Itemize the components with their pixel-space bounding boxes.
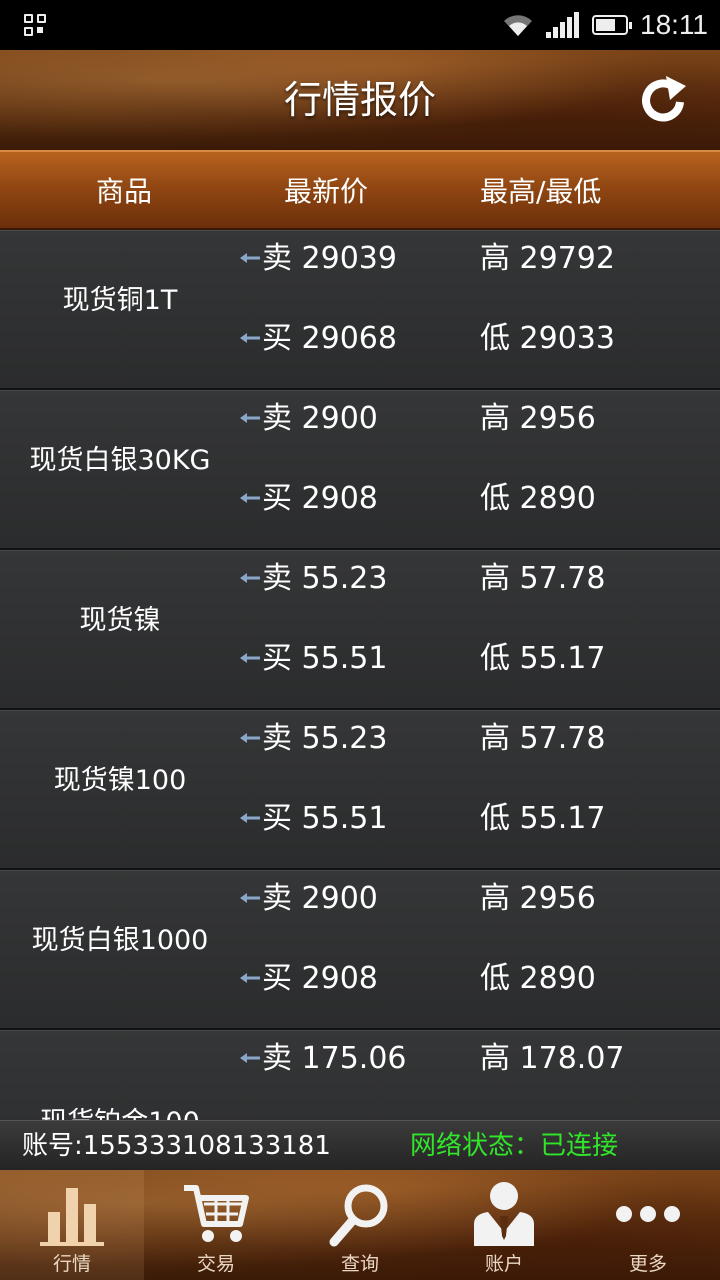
quote-row[interactable]: 现货镍 卖 55.23 买 55.51 高 57.78 低 55.17 (0, 550, 720, 710)
tab-label: 账户 (484, 1253, 523, 1275)
column-header: 商品 最新价 最高/最低 (0, 150, 720, 230)
sell-price: 卖 55.23 (240, 559, 387, 599)
low-price: 低 29033 (480, 321, 615, 356)
refresh-icon[interactable] (636, 72, 692, 128)
status-time: 18:11 (640, 9, 708, 40)
wifi-icon (504, 15, 532, 37)
buy-price: 买 55.51 (240, 639, 387, 679)
bar-chart-icon (40, 1188, 104, 1246)
high-price: 高 2956 (480, 881, 596, 916)
low-price: 低 55.17 (480, 801, 606, 836)
page-title: 行情报价 (283, 78, 436, 122)
high-price: 高 57.78 (480, 561, 606, 596)
battery-icon (592, 15, 632, 35)
account-status-bar: 账号:155333108133181 网络状态：已连接 (0, 1120, 720, 1170)
sell-price: 卖 55.23 (240, 719, 387, 759)
high-price: 高 178.07 (480, 1041, 625, 1076)
flat-arrow-icon (240, 333, 260, 343)
product-name: 现货白银1000 (31, 925, 209, 956)
flat-arrow-icon (240, 733, 260, 743)
flat-arrow-icon (240, 573, 260, 583)
tab-label: 更多 (628, 1253, 667, 1275)
low-price: 低 2890 (480, 481, 596, 516)
quote-row[interactable]: 现货铂金100 卖 175.06 高 178.07 (0, 1030, 720, 1120)
high-price: 高 57.78 (480, 721, 606, 756)
flat-arrow-icon (240, 253, 260, 263)
cart-icon (184, 1185, 249, 1242)
product-name: 现货镍 (79, 605, 161, 636)
product-name: 现货镍100 (53, 765, 187, 796)
buy-price: 买 55.51 (240, 799, 387, 839)
product-name: 现货白银30KG (29, 445, 211, 476)
tab-label: 查询 (340, 1253, 379, 1275)
tab-more[interactable]: 更多 (576, 1170, 720, 1280)
signal-icon (546, 12, 579, 38)
status-bar: 18:11 (0, 0, 720, 50)
column-high-low: 最高/最低 (480, 175, 602, 208)
notification-app-icon (24, 14, 48, 38)
magnifier-icon (329, 1184, 388, 1247)
buy-price: 买 2908 (240, 959, 378, 999)
account-number: 账号:155333108133181 (22, 1131, 331, 1161)
high-price: 高 2956 (480, 401, 596, 436)
product-name: 现货铂金100 (0, 1053, 240, 1120)
sell-price: 卖 29039 (240, 239, 397, 279)
flat-arrow-icon (240, 893, 260, 903)
column-latest-price: 最新价 (284, 175, 369, 208)
flat-arrow-icon (240, 493, 260, 503)
flat-arrow-icon (240, 653, 260, 663)
user-icon (474, 1182, 534, 1246)
title-bar: 行情报价 (0, 50, 720, 150)
flat-arrow-icon (240, 973, 260, 983)
quote-row[interactable]: 现货白银1000 卖 2900 买 2908 高 2956 低 2890 (0, 870, 720, 1030)
status-right: 18:11 (502, 0, 708, 50)
high-price: 高 29792 (480, 241, 615, 276)
network-status: 网络状态：已连接 (410, 1131, 619, 1161)
low-price: 低 2890 (480, 961, 596, 996)
flat-arrow-icon (240, 813, 260, 823)
quote-row[interactable]: 现货镍100 卖 55.23 买 55.51 高 57.78 低 55.17 (0, 710, 720, 870)
sell-price: 卖 2900 (240, 399, 378, 439)
tab-trade[interactable]: 交易 (144, 1170, 288, 1280)
bottom-tab-bar: 行情 交易 查询 账户 更多 (0, 1170, 720, 1280)
quote-row[interactable]: 现货白银30KG 卖 2900 买 2908 高 2956 低 2890 (0, 390, 720, 550)
tab-label: 交易 (196, 1253, 235, 1275)
tab-label: 行情 (52, 1253, 91, 1275)
tab-query[interactable]: 查询 (288, 1170, 432, 1280)
low-price: 低 55.17 (480, 641, 606, 676)
tab-market[interactable]: 行情 (0, 1170, 144, 1280)
column-product: 商品 (96, 175, 153, 208)
flat-arrow-icon (240, 1053, 260, 1063)
tab-account[interactable]: 账户 (432, 1170, 576, 1280)
more-icon (616, 1206, 680, 1222)
buy-price: 买 2908 (240, 479, 378, 519)
product-name: 现货铜1T (62, 285, 178, 316)
sell-price: 卖 2900 (240, 879, 378, 919)
sell-price: 卖 175.06 (240, 1039, 407, 1079)
quote-row[interactable]: 现货铜1T 卖 29039 买 29068 高 29792 低 29033 (0, 230, 720, 390)
flat-arrow-icon (240, 413, 260, 423)
quote-list[interactable]: 现货铜1T 卖 29039 买 29068 高 29792 低 29033 现货… (0, 230, 720, 1120)
buy-price: 买 29068 (240, 319, 397, 359)
